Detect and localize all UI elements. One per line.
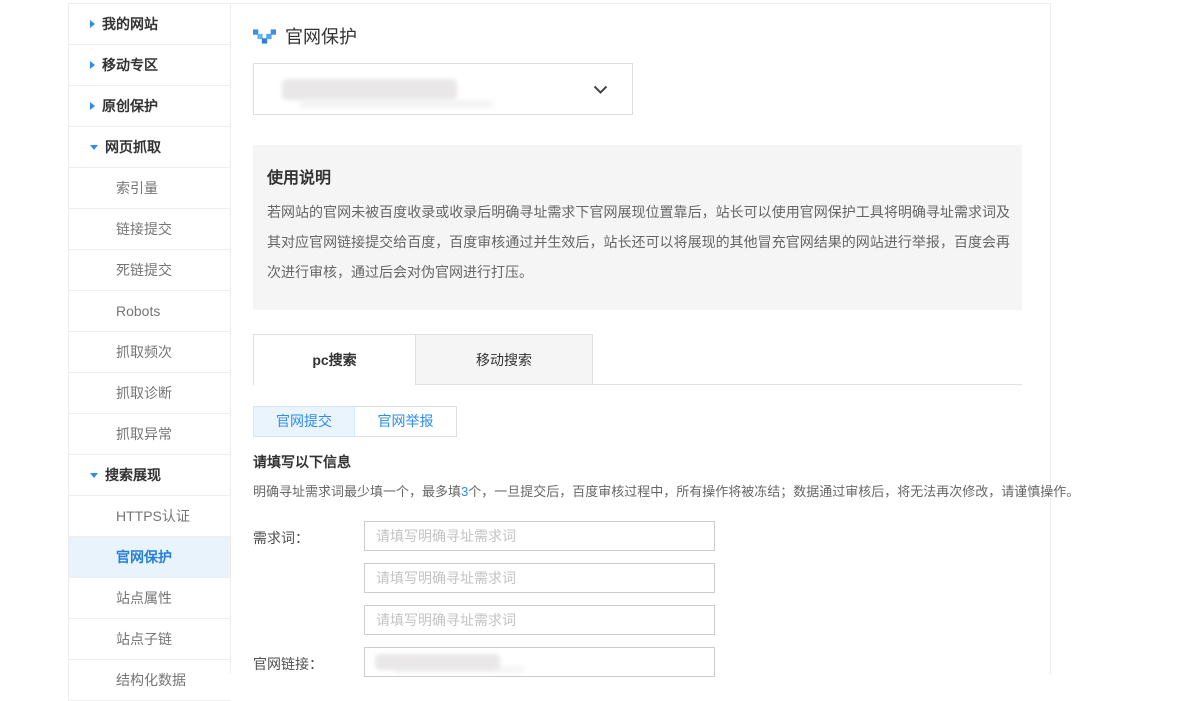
sidebar-item-https-cert[interactable]: HTTPS认证	[69, 496, 230, 537]
search-type-tabs: pc搜索 移动搜索	[253, 334, 1022, 385]
sidebar-item-label: 抓取频次	[116, 342, 172, 362]
tab-official-site-submit[interactable]: 官网提交	[253, 406, 355, 437]
sidebar-item-label: 死链提交	[116, 260, 172, 280]
chevron-down-icon	[90, 473, 98, 478]
main-content: 官网保护 使用说明 若网站的官网未被百度收录或收录后明确寻址需求下官网展现位置靠…	[230, 3, 1051, 674]
sidebar-item-label: 站点子链	[116, 629, 172, 649]
sidebar-item-label: HTTPS认证	[116, 506, 190, 526]
form-section-title: 请填写以下信息	[253, 452, 1020, 472]
keyword-input-3[interactable]	[364, 605, 715, 635]
chevron-right-icon	[90, 20, 95, 28]
sidebar-item-crawl-frequency[interactable]: 抓取频次	[69, 332, 230, 373]
chevron-down-icon	[593, 85, 608, 95]
sidebar-item-robots[interactable]: Robots	[69, 291, 230, 332]
note-text-before: 明确寻址需求词最少填一个，最多填	[253, 484, 461, 499]
sidebar-item-label: 结构化数据	[116, 670, 186, 690]
sidebar-item-label: 索引量	[116, 178, 158, 198]
sidebar-item-label: 链接提交	[116, 219, 172, 239]
usage-body: 若网站的官网未被百度收录或收录后明确寻址需求下官网展现位置靠后，站长可以使用官网…	[267, 197, 1010, 287]
sidebar-item-label: 原创保护	[102, 96, 158, 116]
keyword-input-2[interactable]	[364, 563, 715, 593]
sidebar-item-label: Robots	[116, 303, 160, 319]
sidebar-item-crawl-errors[interactable]: 抓取异常	[69, 414, 230, 455]
sidebar: 我的网站 移动专区 原创保护 网页抓取 索引量 链接提交 死链提交 Robots…	[68, 3, 230, 701]
keyword-input-1[interactable]	[364, 521, 715, 551]
page-header: 官网保护	[253, 22, 1020, 50]
tab-pc-search[interactable]: pc搜索	[253, 334, 416, 385]
chevron-right-icon	[90, 102, 95, 110]
redacted-link-value-blur	[394, 666, 524, 673]
sidebar-item-original-protection[interactable]: 原创保护	[69, 86, 230, 127]
sidebar-item-structured-data[interactable]: 结构化数据	[69, 660, 230, 701]
sidebar-item-crawl-diagnosis[interactable]: 抓取诊断	[69, 373, 230, 414]
sidebar-item-label: 站点属性	[116, 588, 172, 608]
sidebar-item-my-websites[interactable]: 我的网站	[69, 4, 230, 45]
tab-mobile-search[interactable]: 移动搜索	[416, 334, 593, 384]
sidebar-item-site-sublinks[interactable]: 站点子链	[69, 619, 230, 660]
sidebar-item-index-volume[interactable]: 索引量	[69, 168, 230, 209]
chevron-right-icon	[90, 61, 95, 69]
page-title: 官网保护	[285, 23, 357, 49]
sidebar-item-label: 官网保护	[116, 547, 172, 567]
sidebar-item-label: 抓取诊断	[116, 383, 172, 403]
official-protection-logo-icon	[253, 29, 276, 44]
sidebar-item-label: 网页抓取	[105, 137, 161, 157]
link-row: 官网链接：	[253, 647, 1020, 677]
keyword-label: 需求词：	[253, 521, 364, 635]
tab-official-site-report[interactable]: 官网举报	[355, 406, 457, 437]
redacted-site-name	[282, 79, 457, 100]
site-selector-dropdown[interactable]	[253, 63, 633, 115]
keyword-row: 需求词：	[253, 521, 1020, 635]
sidebar-item-web-crawl[interactable]: 网页抓取	[69, 127, 230, 168]
sidebar-item-official-site-protection[interactable]: 官网保护	[69, 537, 230, 578]
sidebar-item-site-attributes[interactable]: 站点属性	[69, 578, 230, 619]
chevron-down-icon	[90, 145, 98, 150]
usage-title: 使用说明	[267, 164, 1010, 188]
sidebar-item-label: 我的网站	[102, 14, 158, 34]
sidebar-item-mobile-zone[interactable]: 移动专区	[69, 45, 230, 86]
form-note: 明确寻址需求词最少填一个，最多填3个，一旦提交后，百度审核过程中，所有操作将被冻…	[253, 481, 1020, 500]
sidebar-item-label: 移动专区	[102, 55, 158, 75]
sidebar-item-label: 抓取异常	[116, 424, 172, 444]
action-tabs: 官网提交 官网举报	[253, 406, 1020, 437]
sidebar-item-link-submit[interactable]: 链接提交	[69, 209, 230, 250]
sidebar-item-search-display[interactable]: 搜索展现	[69, 455, 230, 496]
usage-instructions-panel: 使用说明 若网站的官网未被百度收录或收录后明确寻址需求下官网展现位置靠后，站长可…	[253, 145, 1022, 310]
redacted-site-name-blur	[299, 100, 494, 108]
link-label: 官网链接：	[253, 647, 364, 677]
official-protection-form: 需求词： 官网链接：	[253, 521, 1020, 677]
sidebar-item-label: 搜索展现	[105, 465, 161, 485]
sidebar-item-dead-link-submit[interactable]: 死链提交	[69, 250, 230, 291]
tabs-baseline	[416, 384, 1022, 385]
note-text-after: 个，一旦提交后，百度审核过程中，所有操作将被冻结；数据通过审核后，将无法再次修改…	[468, 484, 1079, 499]
